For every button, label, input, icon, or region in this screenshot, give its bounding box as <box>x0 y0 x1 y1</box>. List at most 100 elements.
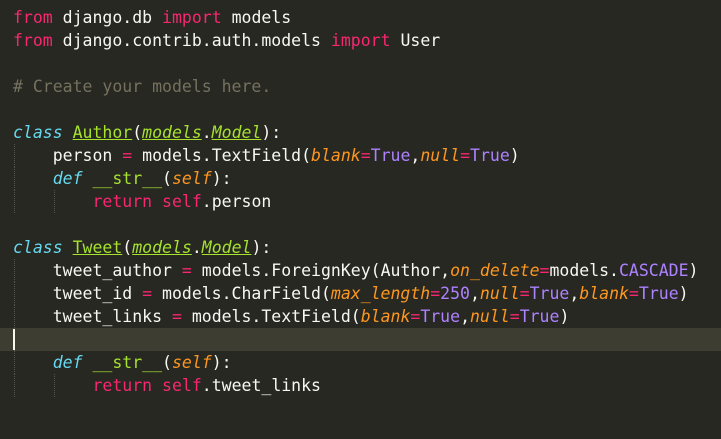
code-text-token: ) <box>678 284 689 303</box>
keyword-token: return <box>92 376 153 395</box>
code-line-text: class Author(models.Model): <box>13 121 281 144</box>
code-text-token: models.TextField( <box>132 146 312 165</box>
constant-token: True <box>470 146 510 165</box>
keyword-token: return <box>92 192 153 211</box>
function-name-token: __str__ <box>92 353 163 372</box>
code-text-token: ( <box>162 169 172 188</box>
code-line-text: return self.person <box>13 190 271 213</box>
code-line-text: tweet_author = models.ForeignKey(Author,… <box>13 259 699 282</box>
code-text-token: ( <box>122 238 133 257</box>
storage-token: class <box>13 238 63 257</box>
code-line[interactable] <box>0 98 721 121</box>
code-text-token: ): <box>211 353 232 372</box>
code-text-token: ) <box>559 307 570 326</box>
code-line-text: class Tweet(models.Model): <box>13 236 271 259</box>
code-text-token: .tweet_links <box>201 376 321 395</box>
code-line[interactable]: # Create your models here. <box>0 75 721 98</box>
class-name-token: Tweet <box>72 238 123 257</box>
code-text-token: . <box>201 123 212 142</box>
operator-token: = <box>360 146 371 165</box>
operator-token: = <box>539 261 550 280</box>
base-class-token: Model <box>201 238 252 257</box>
code-text-token: , <box>410 146 421 165</box>
storage-token: def <box>52 169 83 188</box>
code-text-token: ( <box>132 123 143 142</box>
code-text-token: .person <box>201 192 272 211</box>
code-line[interactable]: tweet_id = models.CharField(max_length=2… <box>0 282 721 305</box>
code-text-token: , <box>460 307 470 326</box>
operator-token: = <box>509 307 520 326</box>
text-cursor <box>13 329 15 350</box>
code-text-token: . <box>191 238 202 257</box>
keyword-token: from <box>13 8 53 27</box>
code-line[interactable]: def __str__(self): <box>0 167 721 190</box>
code-text-token: , <box>469 284 480 303</box>
code-text-token: ): <box>211 169 232 188</box>
code-text-token: django.db <box>52 8 163 27</box>
self-param-token: self <box>171 169 212 188</box>
code-line[interactable]: tweet_links = models.TextField(blank=Tru… <box>0 305 721 328</box>
code-line[interactable]: from django.contrib.auth.models import U… <box>0 29 721 52</box>
code-line-text: tweet_links = models.TextField(blank=Tru… <box>13 305 570 328</box>
code-text-token: ) <box>509 146 520 165</box>
code-editor[interactable]: from django.db import models from django.… <box>0 0 721 439</box>
code-line[interactable]: return self.tweet_links <box>0 374 721 397</box>
parameter-token: blank <box>579 284 629 303</box>
code-text-token: tweet_author <box>13 261 182 280</box>
operator-token: = <box>519 284 530 303</box>
code-line[interactable] <box>0 213 721 236</box>
code-line-text: def __str__(self): <box>13 167 232 190</box>
code-text-token: django.contrib.auth.models <box>52 31 331 50</box>
code-line[interactable]: class Author(models.Model): <box>0 121 721 144</box>
code-text-token: models.TextField( <box>181 307 361 326</box>
code-text-token: models.ForeignKey(Author, <box>191 261 451 280</box>
operator-token: = <box>628 284 639 303</box>
base-class-token: models <box>132 238 192 257</box>
code-line[interactable]: def __str__(self): <box>0 351 721 374</box>
parameter-token: on_delete <box>450 261 540 280</box>
code-line[interactable]: person = models.TextField(blank=True,nul… <box>0 144 721 167</box>
code-line[interactable]: return self.person <box>0 190 721 213</box>
constant-token: True <box>370 146 411 165</box>
parameter-token: blank <box>360 307 411 326</box>
code-line[interactable]: class Tweet(models.Model): <box>0 236 721 259</box>
operator-token: = <box>410 307 421 326</box>
code-text-token: , <box>569 284 580 303</box>
keyword-token: import <box>162 8 222 27</box>
constant-token: True <box>519 307 560 326</box>
keyword-token: import <box>330 31 391 50</box>
code-line-text: from django.db import models <box>13 6 291 29</box>
code-text-token: User <box>390 31 441 50</box>
code-text-token: tweet_id <box>13 284 143 303</box>
constant-token: True <box>638 284 679 303</box>
self-token: self <box>162 376 202 395</box>
code-text-token: ): <box>251 238 272 257</box>
operator-token: = <box>460 146 471 165</box>
base-class-token: models <box>142 123 202 142</box>
code-line-text: from django.contrib.auth.models import U… <box>13 29 440 52</box>
parameter-token: max_length <box>330 284 431 303</box>
class-name-token: Author <box>72 123 133 142</box>
code-line[interactable] <box>0 52 721 75</box>
code-text-token: person <box>13 146 123 165</box>
parameter-token: null <box>470 307 510 326</box>
code-line[interactable]: from django.db import models <box>0 6 721 29</box>
code-line-text: tweet_id = models.CharField(max_length=2… <box>13 282 689 305</box>
constant-token: True <box>420 307 461 326</box>
code-line[interactable] <box>0 328 721 351</box>
code-text-token: ): <box>261 123 282 142</box>
operator-token: = <box>122 146 133 165</box>
storage-token: def <box>52 353 83 372</box>
code-text-token: models <box>221 8 292 27</box>
parameter-token: null <box>479 284 520 303</box>
function-name-token: __str__ <box>92 169 163 188</box>
code-line[interactable]: tweet_author = models.ForeignKey(Author,… <box>0 259 721 282</box>
